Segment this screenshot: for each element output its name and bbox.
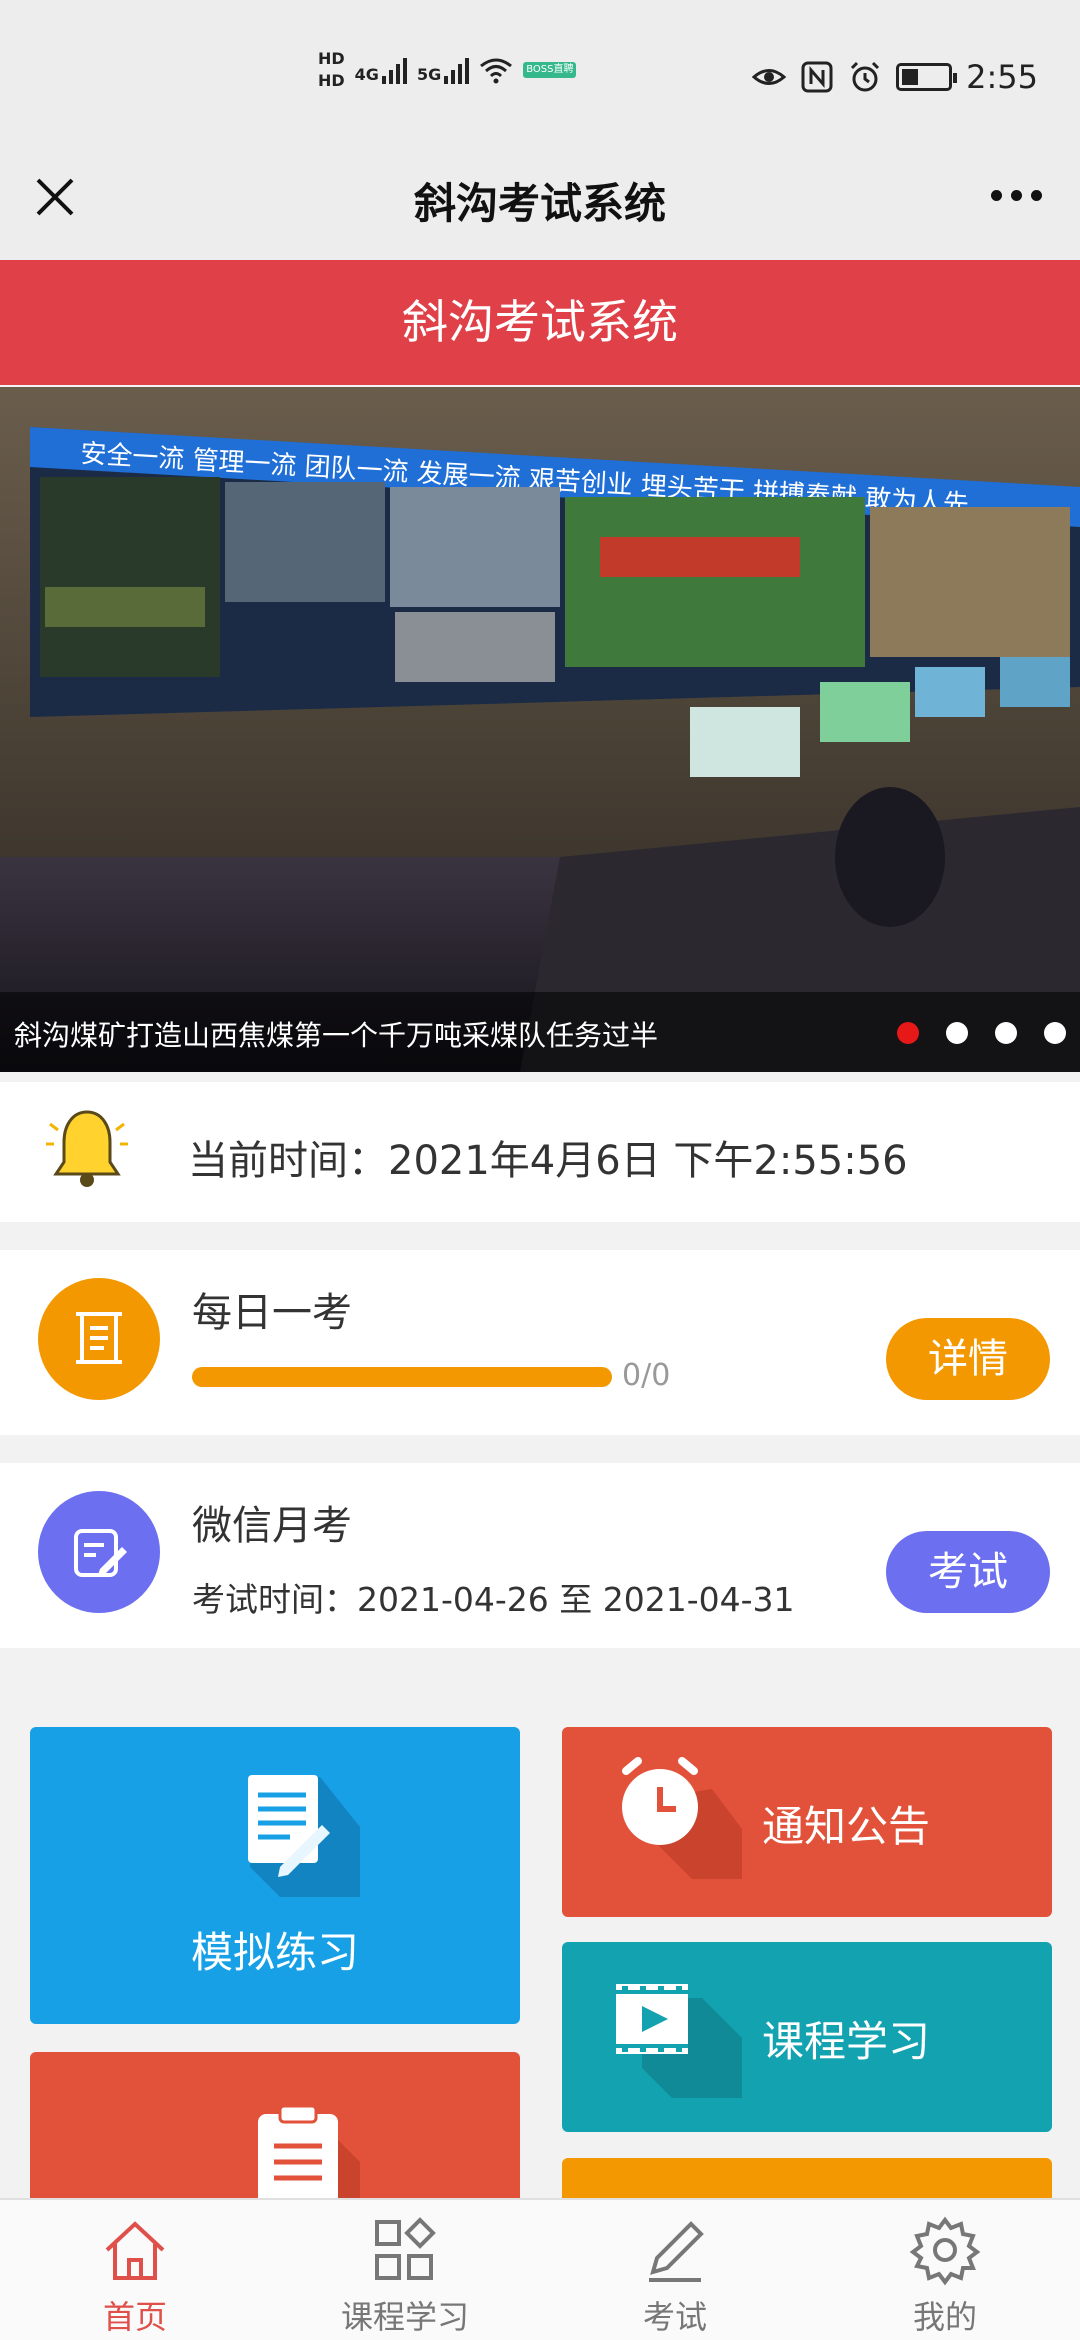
bell-icon — [46, 1110, 128, 1187]
clock: 2:55 — [966, 58, 1038, 96]
tab-mine-label: 我的 — [912, 2298, 977, 2336]
net2-label: 5G — [416, 65, 442, 84]
signal-5g-icon: 5G — [416, 56, 470, 84]
clipboard-icon — [258, 2104, 360, 2212]
status-bar: HD HD 4G 5G BOSS直聘 2:55 — [0, 0, 1080, 150]
current-time-card: 当前时间：2021年4月6日 下午2:55:56 — [0, 1082, 1080, 1222]
daily-exam-progress-text: 0/0 — [622, 1358, 671, 1393]
signal-4g-icon: 4G — [355, 56, 407, 84]
clock-icon — [622, 1757, 742, 1879]
notice-tile-label: 通知公告 — [762, 1802, 931, 1851]
tab-course[interactable]: 课程学习 — [270, 2200, 540, 2340]
practice-tile[interactable]: 模拟练习 — [30, 1727, 520, 2024]
banner-image: 安全一流 管理一流 团队一流 发展一流 艰苦创业 埋头苦干 拼搏奉献 敢为人先 — [0, 387, 1080, 1072]
net1-label: 4G — [354, 65, 379, 84]
document-edit-icon — [248, 1775, 360, 1897]
gear-icon — [909, 2216, 981, 2286]
tab-home[interactable]: 首页 — [0, 2200, 270, 2340]
alarm-icon — [851, 61, 880, 92]
video-icon — [616, 1984, 742, 2098]
monthly-exam-time: 考试时间：2021-04-26 至 2021-04-31 — [192, 1580, 795, 1619]
monthly-exam-title: 微信月考 — [192, 1503, 352, 1549]
banner-carousel[interactable]: 安全一流 管理一流 团队一流 发展一流 艰苦创业 埋头苦干 拼搏奉献 敢为人先 … — [0, 387, 1080, 1072]
daily-exam-title: 每日一考 — [192, 1290, 352, 1336]
carousel-dot[interactable] — [946, 1022, 968, 1044]
more-options-icon[interactable] — [991, 190, 1042, 201]
hd-top-label: HD — [318, 49, 345, 68]
carousel-indicators — [897, 1022, 1066, 1044]
course-tile-label: 课程学习 — [762, 2017, 931, 2066]
monthly-exam-card: 微信月考 考试时间：2021-04-26 至 2021-04-31 考试 — [0, 1463, 1080, 1648]
records-tile[interactable] — [30, 2052, 520, 2212]
hd-bottom-label: HD — [318, 71, 345, 90]
grid-icon — [375, 2217, 436, 2280]
nfc-icon — [801, 61, 833, 93]
tab-exam-label: 考试 — [642, 2298, 707, 2336]
daily-exam-card: 每日一考 0/0 详情 — [0, 1250, 1080, 1435]
course-tile[interactable]: 课程学习 — [562, 1942, 1052, 2132]
bottom-tab-bar: 首页 课程学习 考试 我的 — [0, 2198, 1080, 2340]
app-header: 斜沟考试系统 — [0, 260, 1080, 385]
notice-tile[interactable]: 通知公告 — [562, 1727, 1052, 1917]
tab-course-label: 课程学习 — [340, 2298, 469, 2336]
hd-indicator: HD HD — [318, 48, 345, 92]
scroll-icon — [38, 1278, 160, 1400]
wifi-icon — [480, 58, 513, 84]
practice-tile-label: 模拟练习 — [190, 1928, 359, 1977]
home-icon — [105, 2221, 165, 2280]
tab-exam[interactable]: 考试 — [540, 2200, 810, 2340]
eye-icon — [752, 69, 787, 85]
tab-home-label: 首页 — [102, 2298, 167, 2336]
nav-bar: 斜沟考试系统 — [0, 150, 1080, 260]
nav-title: 斜沟考试系统 — [413, 179, 666, 228]
status-left: HD HD 4G 5G BOSS直聘 — [318, 48, 577, 92]
battery-icon — [896, 63, 958, 91]
current-time-text: 当前时间：2021年4月6日 下午2:55:56 — [188, 1138, 908, 1184]
edit-form-icon — [38, 1491, 160, 1613]
exam-button[interactable]: 考试 — [886, 1531, 1050, 1613]
tab-mine[interactable]: 我的 — [810, 2200, 1080, 2340]
carousel-dot[interactable] — [995, 1022, 1017, 1044]
pencil-icon — [649, 2221, 704, 2282]
carousel-dot[interactable] — [1044, 1022, 1066, 1044]
status-right: 2:55 — [752, 58, 1038, 96]
details-button[interactable]: 详情 — [886, 1318, 1050, 1400]
daily-exam-progress — [192, 1367, 612, 1387]
banner-caption: 斜沟煤矿打造山西焦煤第一个千万吨采煤队任务过半 — [14, 1019, 659, 1052]
carousel-dot[interactable] — [897, 1022, 919, 1044]
boss-app-badge: BOSS直聘 — [523, 62, 577, 78]
